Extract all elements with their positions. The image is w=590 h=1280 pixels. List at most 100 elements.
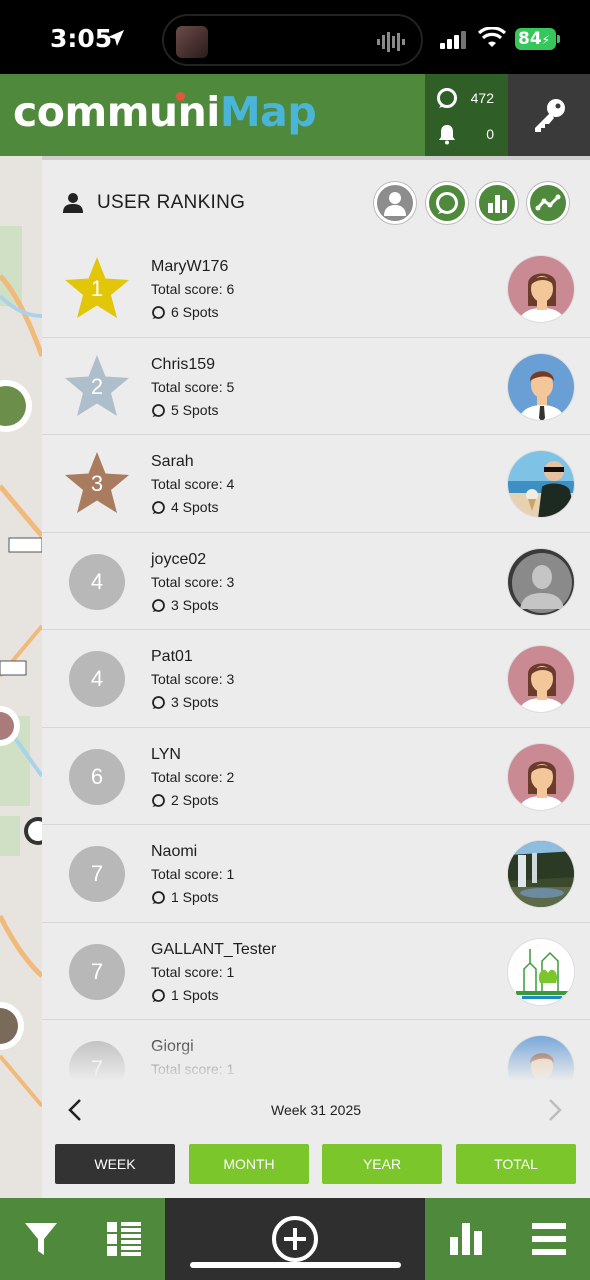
user-name[interactable]: Pat01 xyxy=(151,648,193,666)
rank-circle: 6 xyxy=(62,742,132,812)
filter-button[interactable] xyxy=(0,1198,82,1280)
week-navigation: Week 31 2025 xyxy=(42,1088,590,1132)
map-background[interactable] xyxy=(0,156,42,1198)
battery-tip xyxy=(557,35,560,43)
ranking-panel: USER RANKING 1 MaryW176 Total score: 6 6 Sp… xyxy=(42,156,590,1198)
female-avatar[interactable] xyxy=(507,645,575,713)
spots-line: 3 Spots xyxy=(151,694,218,710)
photo-waterfall[interactable] xyxy=(507,840,575,908)
female-avatar[interactable] xyxy=(507,742,575,811)
notifications-count: 0 xyxy=(486,126,494,142)
rank-circle: 7 xyxy=(62,839,132,909)
home-indicator xyxy=(190,1262,401,1268)
rank-number: 1 xyxy=(90,276,104,301)
spots-line: 1 Spots xyxy=(151,987,218,1003)
rank-number: 4 xyxy=(90,666,104,691)
total-score: Total score: 1 xyxy=(151,866,235,882)
ranking-row[interactable]: 6 LYN Total score: 2 2 Spots xyxy=(42,728,590,825)
tab-month[interactable]: MONTH xyxy=(189,1144,309,1184)
spots-line: 5 Spots xyxy=(151,402,218,418)
list-fade xyxy=(42,1030,590,1090)
ranking-row[interactable]: 4 Pat01 Total score: 3 3 Spots xyxy=(42,630,590,728)
spots-stat: 472 xyxy=(425,83,508,113)
app-header: communiMap 472 0 xyxy=(0,74,590,156)
stats-button[interactable] xyxy=(425,1198,507,1280)
spot-ranking-button[interactable] xyxy=(426,182,468,224)
battery-level: 84 xyxy=(518,29,542,49)
rank-number: 7 xyxy=(90,861,104,886)
ranking-list[interactable]: 1 MaryW176 Total score: 6 6 Spots 2 Chris159 T… xyxy=(42,240,590,1085)
user-icon xyxy=(384,192,406,216)
logo-dot xyxy=(176,92,185,101)
default-avatar[interactable] xyxy=(507,547,575,616)
filter-icon xyxy=(25,1223,57,1255)
ranking-row[interactable]: 1 MaryW176 Total score: 6 6 Spots xyxy=(42,240,590,338)
logo-church[interactable] xyxy=(507,937,575,1006)
trend-button[interactable] xyxy=(527,182,569,224)
total-score: Total score: 1 xyxy=(151,963,235,980)
spots-count: 472 xyxy=(470,90,494,106)
user-name[interactable]: LYN xyxy=(151,746,181,764)
login-key-button[interactable] xyxy=(508,74,590,156)
spots-count: 2 Spots xyxy=(171,791,219,808)
user-name[interactable]: GALLANT_Tester xyxy=(151,941,276,959)
rank-number: 4 xyxy=(90,568,104,594)
chevron-right-icon[interactable] xyxy=(542,1098,566,1122)
user-name[interactable]: Naomi xyxy=(151,843,197,861)
user-ranking-button[interactable] xyxy=(374,182,416,224)
key-icon xyxy=(535,99,565,132)
spots-count: 5 Spots xyxy=(171,401,219,418)
user-name[interactable]: joyce02 xyxy=(151,551,206,569)
media-thumbnail xyxy=(176,26,208,58)
spots-count: 1 Spots xyxy=(171,986,219,1003)
rank-number: 7 xyxy=(90,958,104,984)
spot-icon xyxy=(152,598,165,612)
ranking-row[interactable]: 7 Naomi Total score: 1 1 Spots xyxy=(42,825,590,923)
female-avatar[interactable] xyxy=(507,255,575,323)
user-name[interactable]: Chris159 xyxy=(151,356,215,374)
menu-icon xyxy=(531,1223,566,1255)
spots-line: 2 Spots xyxy=(151,792,218,808)
spots-line: 1 Spots xyxy=(151,889,218,905)
ranking-row[interactable]: 3 Sarah Total score: 4 4 Spots xyxy=(42,435,590,533)
logo-part-2: Map xyxy=(219,88,317,136)
tab-total[interactable]: TOTAL xyxy=(456,1144,576,1184)
total-score: Total score: 4 xyxy=(151,476,235,492)
male-avatar[interactable] xyxy=(507,352,575,421)
user-name[interactable]: MaryW176 xyxy=(151,258,228,276)
map-drawing xyxy=(0,156,42,1198)
rank-circle: 4 xyxy=(62,547,132,617)
rank-number: 6 xyxy=(90,763,104,789)
rank-circle: 4 xyxy=(62,644,132,714)
spots-count: 4 Spots xyxy=(171,499,219,515)
spot-icon xyxy=(152,306,165,319)
ranking-row[interactable]: 7 GALLANT_Tester Total score: 1 1 Spots xyxy=(42,923,590,1020)
tab-week[interactable]: WEEK xyxy=(55,1144,175,1184)
ranking-row[interactable]: 2 Chris159 Total score: 5 5 Spots xyxy=(42,338,590,435)
period-tabs: WEEK MONTH YEAR TOTAL xyxy=(55,1144,578,1186)
app-logo: communiMap xyxy=(13,88,317,136)
spot-icon xyxy=(436,192,458,214)
user-name[interactable]: Sarah xyxy=(151,453,194,471)
user-icon xyxy=(63,193,83,213)
ranking-row[interactable]: 4 joyce02 Total score: 3 3 Spots xyxy=(42,533,590,630)
bar-chart-button[interactable] xyxy=(476,182,518,224)
battery-indicator: 84⚡ xyxy=(515,28,556,50)
photo-beach[interactable] xyxy=(507,450,575,518)
bronze-star-icon: 3 xyxy=(62,449,132,519)
spots-line: 3 Spots xyxy=(151,597,218,613)
menu-button[interactable] xyxy=(507,1198,590,1280)
signal-icon xyxy=(440,31,466,49)
list-button[interactable] xyxy=(82,1198,165,1280)
spot-icon xyxy=(437,88,457,108)
dynamic-island[interactable] xyxy=(162,14,423,66)
tab-year[interactable]: YEAR xyxy=(322,1144,442,1184)
trend-icon xyxy=(535,194,561,211)
spot-icon xyxy=(152,501,165,514)
logo-part-1: communi xyxy=(13,88,220,136)
spot-icon xyxy=(152,403,165,417)
audio-wave-icon xyxy=(377,32,405,52)
header-stats[interactable]: 472 0 xyxy=(425,74,508,156)
spot-icon xyxy=(152,891,165,904)
spots-count: 6 Spots xyxy=(171,304,219,320)
